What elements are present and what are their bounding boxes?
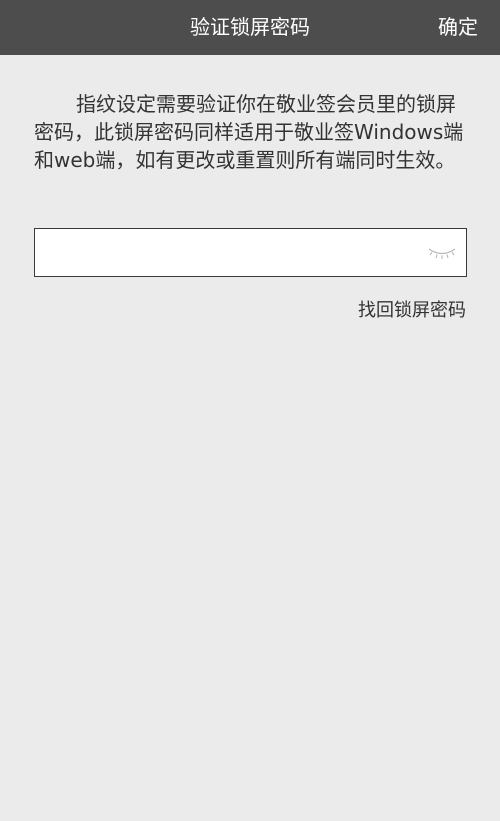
navigation-bar: 验证锁屏密码 确定 [0,0,500,55]
instruction-text: 指纹设定需要验证你在敬业签会员里的锁屏密码，此锁屏密码同样适用于敬业签Windo… [34,92,464,172]
confirm-button[interactable]: 确定 [438,0,478,55]
password-input[interactable] [43,235,413,270]
eye-closed-icon[interactable] [427,243,457,261]
forgot-password-link[interactable]: 找回锁屏密码 [358,296,466,322]
password-field[interactable] [34,228,467,277]
page-title: 验证锁屏密码 [190,15,310,39]
